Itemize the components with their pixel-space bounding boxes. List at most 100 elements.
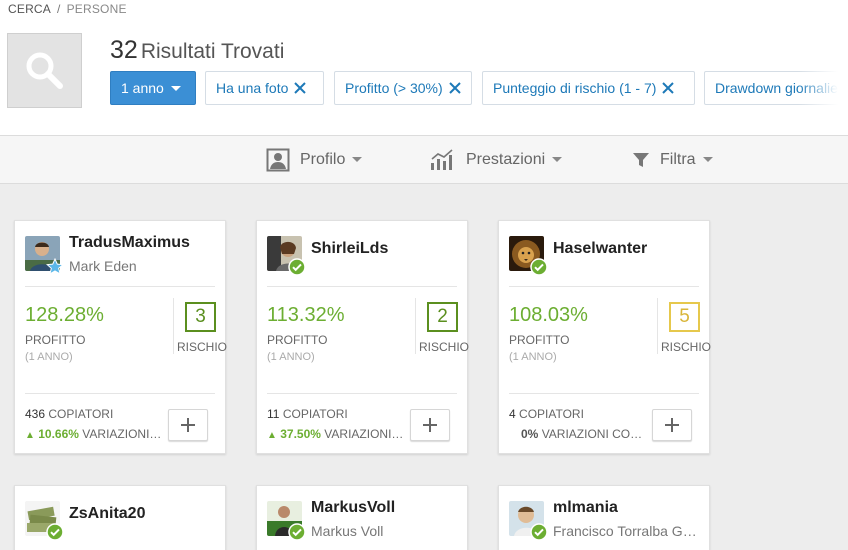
risk-score: 3: [185, 302, 216, 332]
results-label: Risultati Trovati: [140, 40, 285, 63]
profit-label: PROFITTO: [25, 333, 86, 347]
profit-value: 108.03%: [509, 304, 588, 326]
username[interactable]: MarkusVoll: [311, 499, 395, 517]
copiers-label: COPIATORI: [48, 407, 114, 421]
divider: [267, 393, 457, 394]
trader-card[interactable]: ZsAnita20: [14, 485, 226, 550]
username[interactable]: Haselwanter: [553, 240, 647, 258]
divider: [25, 286, 215, 287]
filter-chips: 1 anno Ha una foto Profitto (> 30%) Punt…: [110, 71, 838, 106]
risk-label: RISCHIO: [177, 340, 228, 354]
filters-fade: [798, 71, 838, 106]
verified-icon: [530, 523, 548, 541]
plus-icon: [665, 418, 679, 432]
filter-chip-risk[interactable]: Punteggio di rischio (1 - 7): [482, 71, 695, 105]
divider: [415, 298, 416, 354]
results-header: CERCA / PERSONE 32 Risultati Trovati 1 anno…: [0, 0, 848, 135]
chevron-down-icon: [352, 157, 363, 162]
results-count: 32: [110, 36, 138, 64]
trader-card[interactable]: Haselwanter 108.03% PROFITTO (1 ANNO) 5 …: [498, 220, 711, 454]
change-label: VARIAZIONI COPIATORI: [82, 427, 163, 441]
breadcrumb: CERCA / PERSONE: [8, 2, 127, 16]
risk-score: 5: [669, 302, 700, 332]
trader-card[interactable]: MarkusVoll Markus Voll: [256, 485, 468, 550]
profile-label: Profilo: [300, 150, 346, 168]
copy-button[interactable]: [652, 409, 692, 441]
divider: [173, 298, 174, 354]
real-name: Markus Voll: [311, 523, 384, 539]
period-label: (1 ANNO): [509, 351, 557, 363]
period-label: 1 anno: [121, 80, 164, 96]
close-icon[interactable]: [662, 82, 675, 94]
copiers-count: 4 COPIATORI: [509, 407, 584, 421]
filter-chip-photo[interactable]: Ha una foto: [205, 71, 324, 105]
divider: [657, 298, 658, 354]
username[interactable]: TradusMaximus: [69, 234, 190, 252]
sort-toolbar: Profilo Prestazioni Filtra: [0, 135, 848, 184]
verified-icon: [46, 523, 64, 541]
chevron-down-icon: [552, 157, 563, 162]
username[interactable]: mlmania: [553, 499, 618, 517]
arrow-up-icon: ▲: [267, 430, 277, 441]
breadcrumb-search[interactable]: CERCA: [8, 2, 51, 16]
search-icon: [26, 52, 63, 89]
username[interactable]: ZsAnita20: [69, 505, 145, 523]
profit-value: 128.28%: [25, 304, 104, 326]
risk-label: RISCHIO: [419, 340, 470, 354]
copiers-number: 436: [25, 407, 46, 421]
period-label: (1 ANNO): [267, 351, 315, 363]
period-dropdown[interactable]: 1 anno: [110, 71, 196, 105]
risk-score: 2: [427, 302, 458, 332]
trader-card[interactable]: mlmania Francisco Torralba Garcia: [498, 485, 710, 550]
verified-icon: [288, 258, 306, 276]
period-label: (1 ANNO): [25, 351, 73, 363]
performance-label: Prestazioni: [466, 150, 546, 168]
divider: [509, 286, 699, 287]
search-button[interactable]: [7, 33, 82, 108]
filter-chip-label: Ha una foto: [216, 80, 289, 96]
profit-value: 113.32%: [267, 304, 345, 326]
filter-chip-label: Profitto (> 30%): [345, 80, 443, 96]
trader-card[interactable]: TradusMaximus Mark Eden 128.28% PROFITTO…: [14, 220, 228, 454]
filter-chip-label: Punteggio di rischio (1 - 7): [493, 80, 657, 96]
change-value: 0%: [521, 427, 539, 441]
profile-dropdown[interactable]: Profilo: [266, 136, 363, 183]
change-value: 10.66%: [38, 427, 79, 441]
verified-icon: [530, 258, 548, 276]
profit-label: PROFITTO: [267, 333, 328, 347]
divider: [267, 286, 457, 287]
chart-icon: [431, 148, 453, 170]
copy-button[interactable]: [168, 409, 208, 441]
arrow-up-icon: ▲: [25, 430, 35, 441]
funnel-icon: [633, 152, 649, 167]
username[interactable]: ShirleiLds: [311, 240, 388, 258]
copiers-label: COPIATORI: [282, 407, 348, 421]
profit-label: PROFITTO: [509, 333, 570, 347]
divider: [509, 393, 699, 394]
profile-icon: [266, 148, 290, 171]
plus-icon: [423, 418, 437, 432]
plus-icon: [181, 418, 195, 432]
close-icon[interactable]: [448, 82, 461, 94]
trader-card[interactable]: ShirleiLds 113.32% PROFITTO (1 ANNO) 2 R…: [256, 220, 470, 454]
breadcrumb-current: PERSONE: [66, 2, 127, 16]
copiers-count: 11 COPIATORI: [267, 407, 348, 421]
performance-dropdown[interactable]: Prestazioni: [430, 136, 563, 183]
chevron-down-icon: [170, 85, 181, 91]
verified-icon: [288, 523, 306, 541]
copy-button[interactable]: [410, 409, 450, 441]
close-icon[interactable]: [294, 82, 307, 94]
copiers-number: 4: [509, 407, 516, 421]
star-icon: [46, 258, 64, 275]
copiers-label: COPIATORI: [519, 407, 584, 421]
change-label: VARIAZIONI COPIATORI: [324, 427, 405, 441]
real-name: Francisco Torralba Garcia: [553, 523, 703, 539]
filter-label: Filtra: [660, 150, 696, 168]
chevron-down-icon: [702, 157, 713, 162]
filter-dropdown[interactable]: Filtra: [632, 136, 713, 183]
filter-chip-profit[interactable]: Profitto (> 30%): [334, 71, 472, 105]
copiers-number: 11: [267, 407, 280, 421]
real-name: Mark Eden: [69, 258, 137, 274]
change-value: 37.50%: [280, 427, 321, 441]
copiers-count: 436 COPIATORI: [25, 407, 113, 421]
